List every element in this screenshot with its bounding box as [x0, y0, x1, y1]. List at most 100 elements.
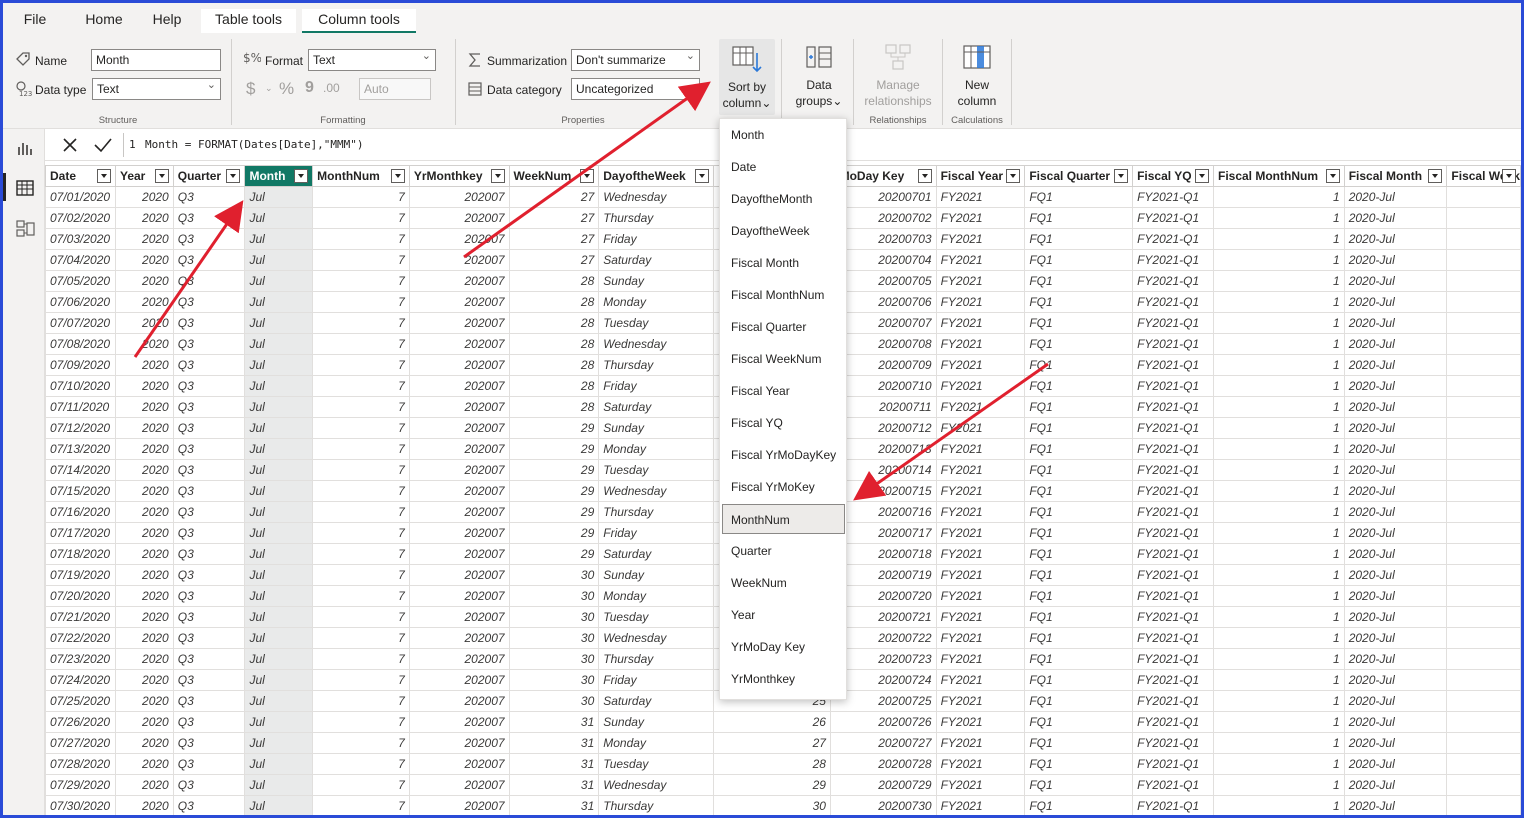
table-cell[interactable]: 29 — [508, 543, 600, 565]
column-header[interactable]: WeekNum — [508, 165, 600, 187]
filter-dropdown-icon[interactable] — [580, 169, 595, 183]
table-cell[interactable]: FY2021-Q1 — [1132, 480, 1214, 502]
table-cell[interactable]: 20200730 — [829, 795, 937, 815]
table-cell[interactable]: FQ1 — [1024, 480, 1134, 502]
table-cell[interactable]: 07/20/2020 — [45, 585, 116, 607]
sort-menu-item[interactable]: Quarter — [720, 536, 846, 566]
table-cell[interactable]: FY2021 — [935, 522, 1026, 544]
table-cell[interactable]: 1 — [1212, 249, 1345, 271]
table-cell[interactable]: 1 — [1212, 690, 1345, 712]
table-cell[interactable]: 7 — [312, 270, 410, 292]
table-cell[interactable]: 7 — [312, 291, 410, 313]
table-cell[interactable] — [1446, 417, 1521, 439]
table-cell[interactable]: FY2021-Q1 — [1132, 249, 1214, 271]
table-cell[interactable]: Q3 — [172, 312, 246, 334]
table-cell[interactable]: FY2021-Q1 — [1132, 648, 1214, 670]
table-cell[interactable]: 1 — [1212, 711, 1345, 733]
table-cell[interactable]: 2020 — [114, 690, 174, 712]
table-cell[interactable]: 27 — [712, 732, 831, 754]
table-cell[interactable]: FY2021 — [935, 375, 1026, 397]
table-cell[interactable]: FY2021-Q1 — [1132, 711, 1214, 733]
table-cell[interactable]: 07/06/2020 — [45, 291, 116, 313]
model-view-icon[interactable] — [14, 217, 36, 239]
table-cell[interactable]: Jul — [244, 333, 314, 355]
table-cell[interactable]: 2020 — [114, 648, 174, 670]
table-cell[interactable]: FY2021 — [935, 207, 1026, 229]
table-cell[interactable]: 1 — [1212, 396, 1345, 418]
sort-menu-item[interactable]: Fiscal Month — [720, 248, 846, 278]
table-cell[interactable]: 07/11/2020 — [45, 396, 116, 418]
table-cell[interactable]: Jul — [244, 312, 314, 334]
table-cell[interactable]: Jul — [244, 753, 314, 775]
table-cell[interactable]: 20200729 — [829, 774, 937, 796]
table-cell[interactable]: 20200726 — [829, 711, 937, 733]
table-cell[interactable]: 202007 — [408, 291, 510, 313]
table-cell[interactable]: FY2021 — [935, 186, 1026, 208]
table-cell[interactable]: Q3 — [172, 480, 246, 502]
table-cell[interactable]: Thursday — [598, 354, 714, 376]
table-cell[interactable]: 7 — [312, 459, 410, 481]
table-cell[interactable]: FY2021 — [935, 648, 1026, 670]
table-cell[interactable]: FQ1 — [1024, 186, 1134, 208]
table-cell[interactable]: Jul — [244, 585, 314, 607]
table-cell[interactable]: FQ1 — [1024, 585, 1134, 607]
table-cell[interactable]: FY2021-Q1 — [1132, 312, 1214, 334]
table-cell[interactable]: 1 — [1212, 795, 1345, 815]
filter-dropdown-icon[interactable] — [694, 169, 709, 183]
table-cell[interactable]: FY2021 — [935, 753, 1026, 775]
table-cell[interactable]: FY2021-Q1 — [1132, 438, 1214, 460]
table-cell[interactable]: 07/25/2020 — [45, 690, 116, 712]
table-cell[interactable]: 7 — [312, 774, 410, 796]
table-cell[interactable]: FY2021-Q1 — [1132, 627, 1214, 649]
table-cell[interactable]: 2020 — [114, 522, 174, 544]
table-cell[interactable]: 2020-Jul — [1343, 354, 1448, 376]
table-cell[interactable]: FQ1 — [1024, 312, 1134, 334]
table-cell[interactable]: Tuesday — [598, 753, 714, 775]
table-cell[interactable]: Jul — [244, 228, 314, 250]
table-cell[interactable]: 7 — [312, 333, 410, 355]
filter-dropdown-icon[interactable] — [1194, 169, 1209, 183]
sort-menu-item[interactable]: Fiscal WeekNum — [720, 344, 846, 374]
table-cell[interactable]: 202007 — [408, 270, 510, 292]
table-cell[interactable]: 28 — [508, 375, 600, 397]
table-cell[interactable]: 07/07/2020 — [45, 312, 116, 334]
table-cell[interactable]: 2020-Jul — [1343, 228, 1448, 250]
table-cell[interactable] — [1446, 375, 1521, 397]
table-cell[interactable]: 7 — [312, 375, 410, 397]
table-cell[interactable]: Tuesday — [598, 312, 714, 334]
table-cell[interactable]: 2020 — [114, 207, 174, 229]
table-cell[interactable]: FY2021 — [935, 270, 1026, 292]
table-cell[interactable]: 1 — [1212, 270, 1345, 292]
column-header[interactable]: Month — [244, 165, 314, 187]
table-cell[interactable]: FY2021-Q1 — [1132, 375, 1214, 397]
summarization-select[interactable]: Don't summarize — [571, 46, 700, 71]
table-cell[interactable]: Q3 — [172, 501, 246, 523]
table-cell[interactable] — [1446, 207, 1521, 229]
table-cell[interactable]: 30 — [508, 564, 600, 586]
table-cell[interactable]: Jul — [244, 627, 314, 649]
table-cell[interactable]: 202007 — [408, 501, 510, 523]
table-cell[interactable]: 2020 — [114, 249, 174, 271]
table-cell[interactable]: 202007 — [408, 711, 510, 733]
table-cell[interactable]: 1 — [1212, 333, 1345, 355]
table-cell[interactable]: 7 — [312, 585, 410, 607]
table-cell[interactable]: 2020-Jul — [1343, 564, 1448, 586]
table-cell[interactable]: FY2021 — [935, 795, 1026, 815]
table-cell[interactable]: FQ1 — [1024, 438, 1134, 460]
data-groups-button[interactable]: Data groups⌄ — [791, 41, 847, 109]
table-cell[interactable]: Q3 — [172, 249, 246, 271]
table-cell[interactable]: 2020-Jul — [1343, 417, 1448, 439]
table-cell[interactable] — [1446, 333, 1521, 355]
table-cell[interactable]: FQ1 — [1024, 522, 1134, 544]
table-cell[interactable]: FY2021 — [935, 774, 1026, 796]
table-cell[interactable]: Wednesday — [598, 186, 714, 208]
table-cell[interactable]: 1 — [1212, 564, 1345, 586]
table-cell[interactable]: 29 — [508, 417, 600, 439]
table-cell[interactable]: 07/30/2020 — [45, 795, 116, 815]
table-cell[interactable]: FY2021-Q1 — [1132, 795, 1214, 815]
table-cell[interactable]: Jul — [244, 459, 314, 481]
table-cell[interactable]: FY2021-Q1 — [1132, 774, 1214, 796]
table-cell[interactable]: 07/09/2020 — [45, 354, 116, 376]
table-cell[interactable]: FY2021 — [935, 480, 1026, 502]
table-cell[interactable] — [1446, 186, 1521, 208]
